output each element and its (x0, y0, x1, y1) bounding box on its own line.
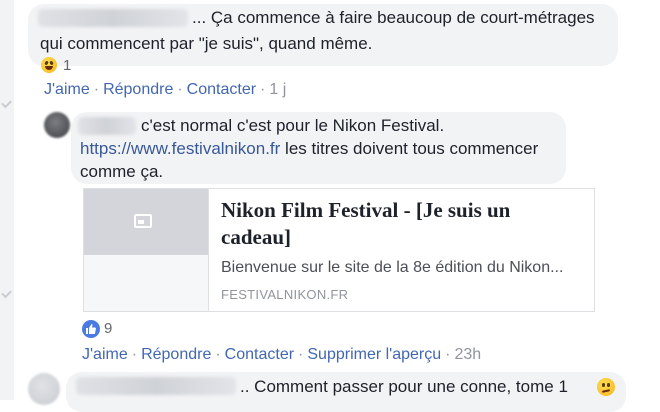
commenter-name-blurred[interactable] (76, 377, 236, 395)
like-reaction-icon[interactable] (82, 320, 100, 338)
avatar[interactable] (28, 373, 60, 405)
comment-text: .. Comment passer pour une conne, tome 1 (240, 377, 568, 396)
commenter-name-blurred[interactable] (78, 117, 136, 135)
preview-description: Bienvenue sur le site de la 8e édition d… (221, 259, 564, 276)
comment-text: qui commencent par "je suis", quand même… (40, 34, 373, 53)
contact-link[interactable]: Contacter (187, 81, 256, 98)
preview-title[interactable]: Nikon Film Festival - [Je suis un cadeau… (221, 197, 581, 251)
reply-text: les titres doivent tous commencer (280, 139, 539, 158)
chevron-icon (1, 97, 12, 109)
reply-link[interactable]: Répondre (103, 81, 173, 98)
image-placeholder-icon (134, 214, 152, 228)
reaction-count[interactable]: 9 (104, 318, 112, 340)
festival-link[interactable]: https://www.festivalnikon.fr (80, 139, 280, 158)
laughing-emoji-icon[interactable] (41, 57, 57, 73)
reply-actions: J'aime · Répondre · Contacter · Supprimer l'ap… (82, 346, 482, 363)
reply-text: comme ça. (80, 162, 164, 181)
contact-link[interactable]: Contacter (225, 346, 294, 363)
like-link[interactable]: J'aime (44, 81, 90, 98)
timestamp[interactable]: 23h (454, 346, 481, 363)
timestamp[interactable]: 1 j (269, 81, 286, 98)
confused-emoji-icon (597, 378, 615, 396)
comment-actions: J'aime · Répondre · Contacter · 1 j (44, 81, 287, 98)
preview-thumbnail (84, 189, 209, 311)
comment-text: ... Ça commence à faire beaucoup de cour… (192, 8, 595, 27)
reply-link[interactable]: Répondre (141, 346, 211, 363)
preview-domain: FESTIVALNIKON.FR (221, 287, 349, 302)
reply-text-line2: https://www.festivalnikon.fr les titres … (80, 138, 538, 160)
reaction-count[interactable]: 1 (63, 55, 71, 77)
chevron-icon (1, 287, 12, 299)
link-preview-card[interactable]: Nikon Film Festival - [Je suis un cadeau… (83, 188, 595, 312)
like-link[interactable]: J'aime (82, 346, 128, 363)
left-panel-edge (0, 0, 14, 400)
reply-text: c'est normal c'est pour le Nikon Festiva… (141, 116, 445, 135)
commenter-name-blurred[interactable] (38, 9, 188, 27)
remove-preview-link[interactable]: Supprimer l'aperçu (307, 346, 441, 363)
avatar[interactable] (44, 112, 70, 138)
